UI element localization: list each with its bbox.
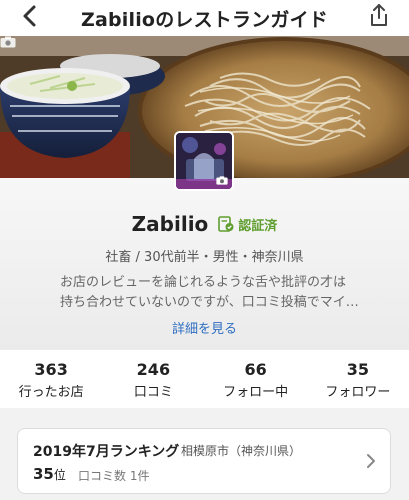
stat-label: 行ったお店 <box>18 385 84 400</box>
ranking-title: 2019年7月ランキング <box>33 444 180 460</box>
show-details-link[interactable]: 詳細を見る <box>0 318 409 337</box>
ranking-card[interactable]: 2019年7月ランキング 相模原市（神奈川県） 35位 口コミ数 1件 <box>17 428 391 494</box>
stat-label: フォロー中 <box>223 385 289 400</box>
bio-line: お店のレビューを論じれるような舌や批評の才は <box>60 275 347 290</box>
chevron-left-icon[interactable] <box>16 2 44 30</box>
profile-bio: お店のレビューを論じれるような舌や批評の才は 持ち合わせていないのですが、口コミ… <box>60 273 360 313</box>
stat-value: 66 <box>244 360 267 379</box>
profile-meta: 社畜 / 30代前半・男性・神奈川県 <box>105 250 304 265</box>
ranking-review-count: 口コミ数 1件 <box>78 469 150 483</box>
stat-label: 口コミ <box>133 385 173 400</box>
verified-check-icon <box>218 216 234 232</box>
stat-visited[interactable]: 363 行ったお店 <box>0 350 102 408</box>
share-icon[interactable] <box>367 2 391 28</box>
page-title: Zabilioのレストランガイド <box>81 8 328 31</box>
stat-followers[interactable]: 35 フォロワー <box>307 350 409 408</box>
name-row: Zabilio 認証済 <box>0 212 409 236</box>
stats-row: 363 行ったお店 246 口コミ 66 フォロー中 35 フォロワー <box>0 350 409 409</box>
verified-label: 認証済 <box>238 218 278 234</box>
stat-value: 35 <box>346 360 369 379</box>
verified-badge: 認証済 <box>218 215 277 234</box>
stat-label: フォロワー <box>325 385 391 400</box>
camera-icon <box>216 176 228 185</box>
avatar[interactable] <box>174 131 234 191</box>
stat-reviews[interactable]: 246 口コミ <box>102 350 204 408</box>
bio-line: 持ち合わせていないのですが、口コミ投稿でマイ… <box>60 295 359 310</box>
camera-icon <box>0 36 16 48</box>
top-nav-bar: Zabilioのレストランガイド <box>0 0 409 36</box>
chevron-right-icon <box>367 454 375 468</box>
stat-value: 246 <box>136 360 171 379</box>
ranking-section: 2019年7月ランキング 相模原市（神奈川県） 35位 口コミ数 1件 <box>0 408 409 500</box>
stat-following[interactable]: 66 フォロー中 <box>205 350 307 408</box>
ranking-area: 相模原市（神奈川県） <box>181 444 302 458</box>
username: Zabilio <box>131 212 209 236</box>
ranking-number: 35 <box>33 465 54 483</box>
stat-value: 363 <box>34 360 68 379</box>
ranking-position: 35位 <box>33 465 66 483</box>
ranking-suffix: 位 <box>53 468 66 482</box>
